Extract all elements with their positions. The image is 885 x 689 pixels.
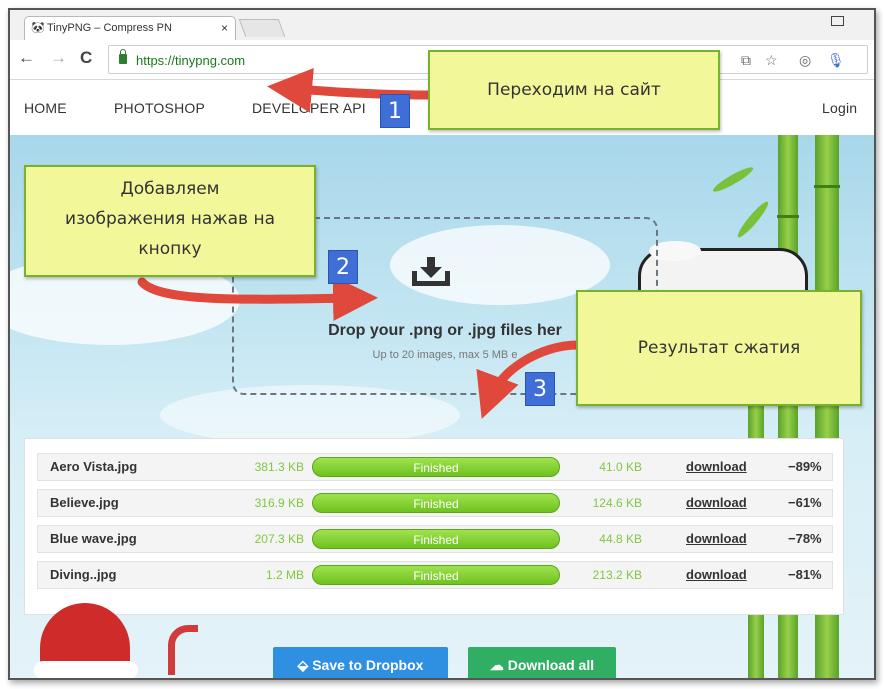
callout-step-2-line-3: кнопку — [138, 239, 202, 259]
browser-tab[interactable]: 🐼 TinyPNG – Compress PN × — [24, 16, 236, 40]
download-all-button[interactable]: ☁ Download all — [468, 647, 616, 678]
leaf-decoration — [710, 164, 756, 195]
compressed-size: 44.8 KB — [599, 532, 642, 546]
download-link[interactable]: download — [686, 495, 747, 510]
leaf-decoration — [734, 198, 772, 241]
download-tray-icon — [412, 257, 450, 286]
saving-percent: −61% — [788, 495, 822, 510]
translate-icon[interactable]: ⧉ — [741, 52, 751, 69]
original-size: 207.3 KB — [254, 532, 304, 546]
result-row: Believe.jpg 316.9 KB Finished 124.6 KB d… — [37, 489, 833, 517]
callout-step-1: Переходим на сайт — [428, 50, 720, 130]
save-to-dropbox-label: Save to Dropbox — [312, 657, 424, 673]
nav-developer-api[interactable]: DEVELOPER API — [252, 100, 366, 116]
new-tab-button[interactable] — [238, 19, 286, 37]
progress-bar: Finished — [312, 457, 560, 477]
candy-cane-illustration — [168, 625, 198, 675]
close-tab-icon[interactable]: × — [221, 21, 228, 35]
result-row: Aero Vista.jpg 381.3 KB Finished 41.0 KB… — [37, 453, 833, 481]
file-name: Diving..jpg — [50, 567, 117, 582]
saving-percent: −81% — [788, 567, 822, 582]
progress-bar: Finished — [312, 565, 560, 585]
restore-window-icon[interactable] — [831, 16, 844, 26]
callout-step-2-line-2: изображения нажав на — [65, 209, 275, 229]
reload-icon[interactable]: C — [80, 48, 92, 68]
file-name: Believe.jpg — [50, 495, 119, 510]
original-size: 381.3 KB — [254, 460, 304, 474]
progress-bar: Finished — [312, 529, 560, 549]
progress-status: Finished — [413, 569, 459, 583]
step-3-badge: 3 — [525, 372, 555, 406]
result-row: Diving..jpg 1.2 MB Finished 213.2 KB dow… — [37, 561, 833, 589]
progress-status: Finished — [413, 497, 459, 511]
result-row: Blue wave.jpg 207.3 KB Finished 44.8 KB … — [37, 525, 833, 553]
tab-title: TinyPNG – Compress PN — [47, 22, 172, 34]
download-link[interactable]: download — [686, 567, 747, 582]
extension-icon[interactable]: ◎ — [799, 52, 811, 69]
progress-status: Finished — [413, 533, 459, 547]
microphone-icon[interactable]: 🎙 — [827, 52, 845, 69]
lock-icon — [119, 49, 127, 64]
saving-percent: −89% — [788, 459, 822, 474]
download-link[interactable]: download — [686, 459, 747, 474]
callout-step-2: Добавляем изображения нажав на кнопку — [24, 165, 316, 277]
saving-percent: −78% — [788, 531, 822, 546]
browser-tabstrip: 🐼 TinyPNG – Compress PN × — [10, 10, 874, 40]
panda-favicon-icon: 🐼 — [31, 22, 45, 34]
callout-step-2-line-1: Добавляем — [120, 179, 220, 199]
original-size: 316.9 KB — [254, 496, 304, 510]
forward-icon[interactable]: → — [50, 48, 67, 68]
progress-bar: Finished — [312, 493, 560, 513]
star-icon[interactable]: ☆ — [765, 52, 778, 69]
step-2-badge: 2 — [328, 250, 358, 284]
url-text: https://tinypng.com — [136, 53, 246, 68]
save-to-dropbox-button[interactable]: ⬙ Save to Dropbox — [273, 647, 448, 678]
nav-photoshop[interactable]: PHOTOSHOP — [114, 100, 205, 116]
step-1-badge: 1 — [380, 94, 410, 128]
download-link[interactable]: download — [686, 531, 747, 546]
compressed-size: 213.2 KB — [592, 568, 642, 582]
compressed-size: 41.0 KB — [599, 460, 642, 474]
compressed-size: 124.6 KB — [592, 496, 642, 510]
nav-login[interactable]: Login — [822, 100, 857, 116]
callout-step-3: Результат сжатия — [576, 290, 862, 406]
dropbox-icon: ⬙ — [297, 657, 313, 673]
file-name: Blue wave.jpg — [50, 531, 137, 546]
callout-step-3-text: Результат сжатия — [637, 338, 801, 358]
progress-status: Finished — [413, 461, 459, 475]
nav-home[interactable]: HOME — [24, 100, 67, 116]
download-all-label: Download all — [507, 657, 595, 673]
file-name: Aero Vista.jpg — [50, 459, 138, 474]
callout-step-1-text: Переходим на сайт — [487, 80, 661, 100]
back-icon[interactable]: ← — [18, 48, 35, 68]
original-size: 1.2 MB — [265, 568, 304, 582]
results-panel: Aero Vista.jpg 381.3 KB Finished 41.0 KB… — [24, 438, 844, 615]
cloud-download-icon: ☁ — [489, 657, 508, 673]
